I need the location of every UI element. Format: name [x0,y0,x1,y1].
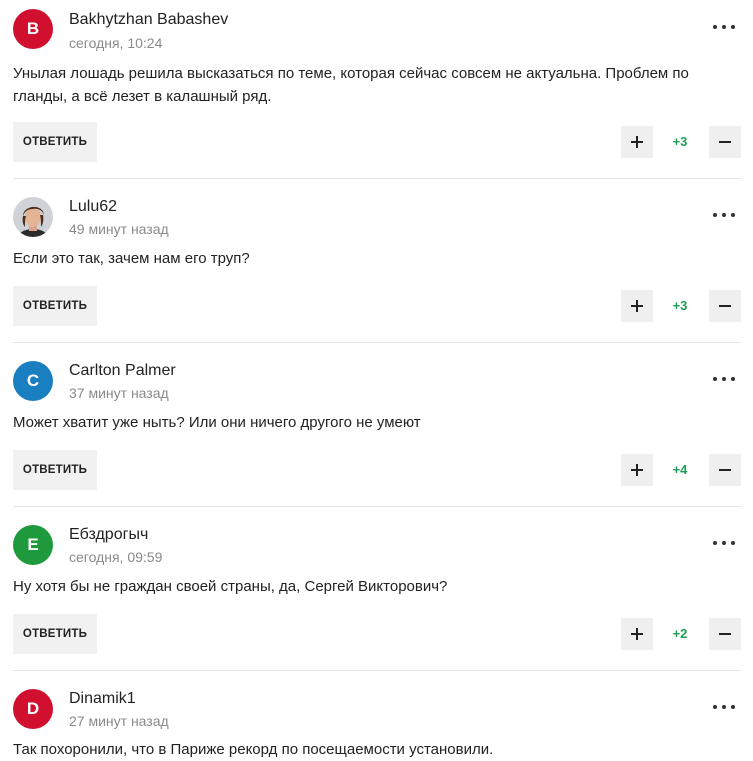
comment-author[interactable]: Carlton Palmer [69,362,176,380]
avatar[interactable]: E [13,525,53,565]
upvote-button[interactable] [621,454,653,486]
reply-button[interactable]: ОТВЕТИТЬ [13,286,97,326]
upvote-button[interactable] [621,618,653,650]
reply-button[interactable]: ОТВЕТИТЬ [13,614,97,654]
vote-score: +2 [672,626,688,641]
comment-text: Унылая лошадь решила высказаться по теме… [13,65,689,105]
plus-icon [631,628,643,640]
comment-time: сегодня, 09:59 [69,549,163,565]
vote-score: +3 [672,298,688,313]
downvote-button[interactable] [709,126,741,158]
minus-icon [719,469,731,471]
upvote-button[interactable] [621,126,653,158]
avatar[interactable]: B [13,9,53,49]
upvote-button[interactable] [621,290,653,322]
comment-time: 27 минут назад [69,713,169,729]
comment-text: Может хватит уже ныть? Или они ничего др… [13,414,421,431]
more-options-icon[interactable] [713,20,735,34]
minus-icon [719,141,731,143]
more-options-icon[interactable] [713,700,735,714]
minus-icon [719,633,731,635]
comment: E Ебздрогыч сегодня, 09:59 Ну хотя бы не… [0,507,753,671]
avatar[interactable] [13,197,53,237]
comment-text: Ну хотя бы не граждан своей страны, да, … [13,578,448,595]
downvote-button[interactable] [709,454,741,486]
user-photo-icon [13,197,53,237]
vote-score: +3 [672,134,688,149]
comment-author[interactable]: Bakhytzhan Babashev [69,11,228,29]
comment-time: 37 минут назад [69,385,169,401]
minus-icon [719,305,731,307]
more-options-icon[interactable] [713,208,735,222]
downvote-button[interactable] [709,290,741,322]
comment-author[interactable]: Ебздрогыч [69,526,148,544]
comment-author[interactable]: Dinamik1 [69,690,136,708]
plus-icon [631,300,643,312]
plus-icon [631,136,643,148]
comment-time: 49 минут назад [69,221,169,237]
avatar[interactable]: D [13,689,53,729]
comment-author[interactable]: Lulu62 [69,198,117,216]
downvote-button[interactable] [709,618,741,650]
comment: D Dinamik1 27 минут назад Так похоронили… [0,671,753,761]
plus-icon [631,464,643,476]
avatar[interactable]: C [13,361,53,401]
comment-text: Так похоронили, что в Париже рекорд по п… [13,741,494,758]
more-options-icon[interactable] [713,536,735,550]
reply-button[interactable]: ОТВЕТИТЬ [13,122,97,162]
reply-button[interactable]: ОТВЕТИТЬ [13,450,97,490]
comment-text: Если это так, зачем нам его труп? [13,250,250,267]
more-options-icon[interactable] [713,372,735,386]
comment-time: сегодня, 10:24 [69,35,163,51]
comment: Lulu62 49 минут назад Если это так, заче… [0,179,753,343]
comment: C Carlton Palmer 37 минут назад Может хв… [0,343,753,507]
vote-score: +4 [672,462,688,477]
comment: B Bakhytzhan Babashev сегодня, 10:24 Уны… [0,0,753,179]
